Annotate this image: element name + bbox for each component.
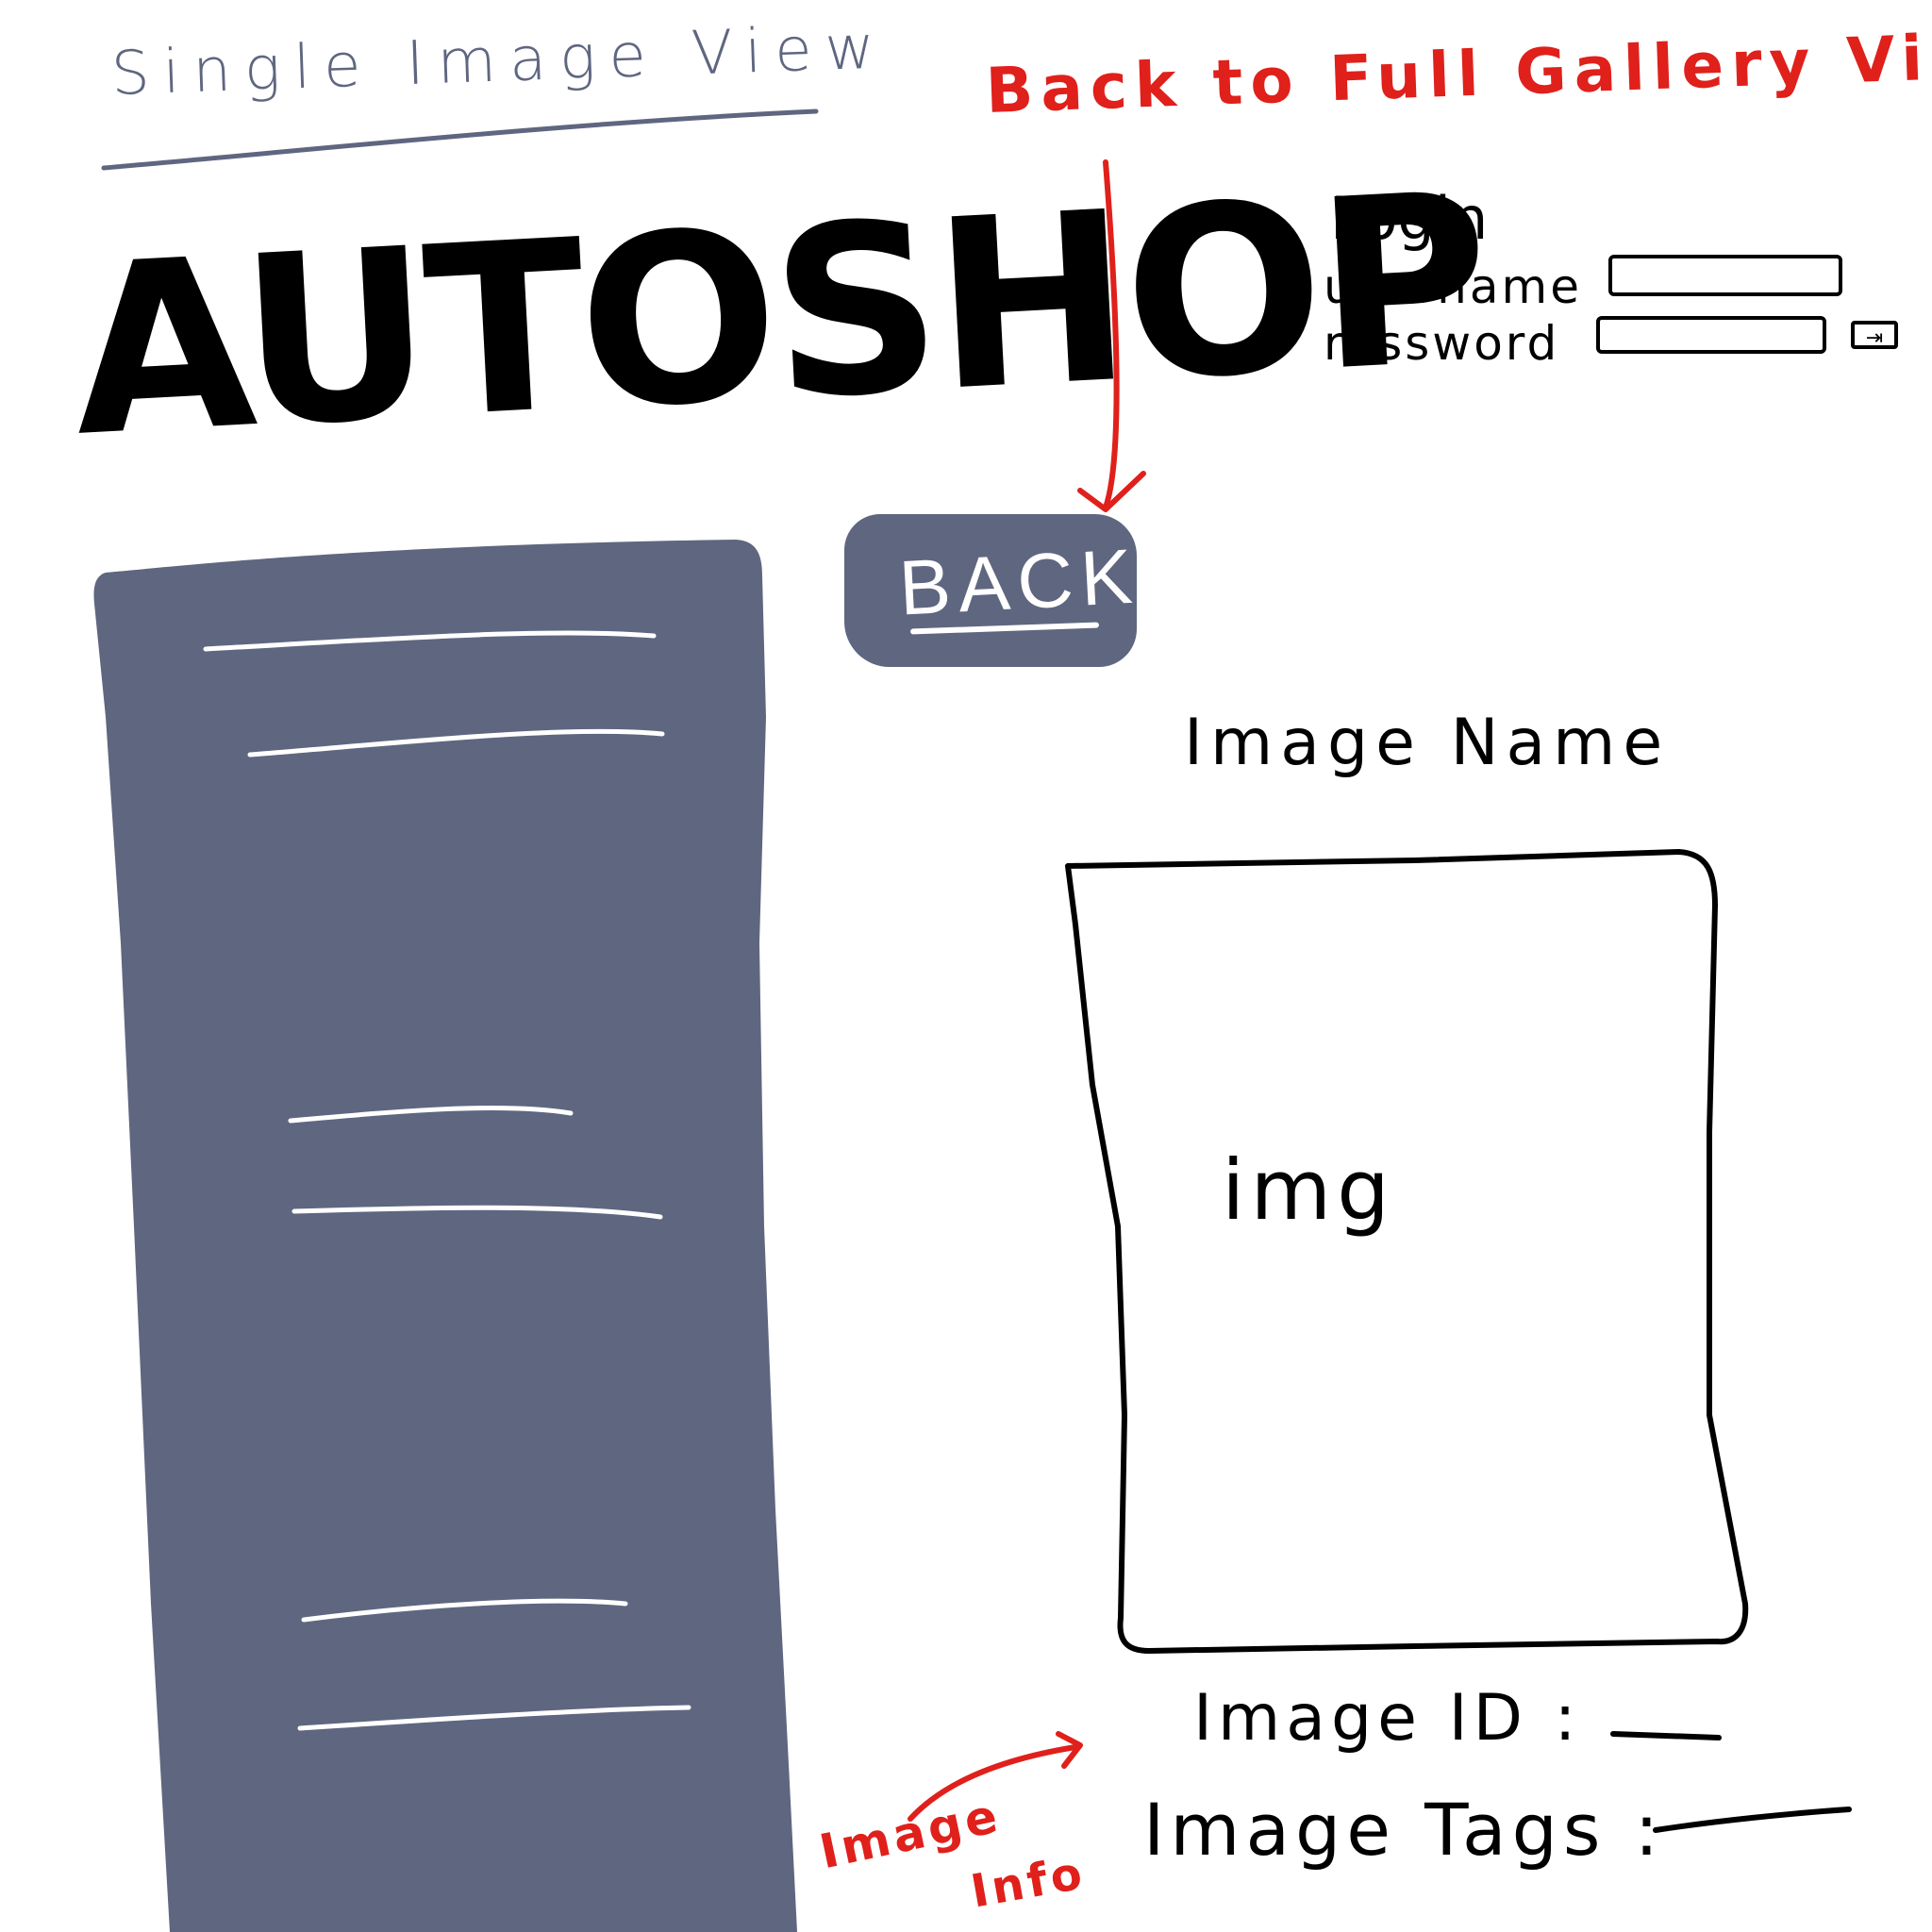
password-label: rassword (1324, 316, 1560, 371)
sidebar-panel (93, 540, 797, 1932)
image-tags-value-line (1653, 1807, 1852, 1833)
image-name: Image Name (1184, 706, 1671, 780)
username-label: username (1324, 259, 1582, 314)
login-submit-button[interactable]: ⇥ (1851, 321, 1898, 349)
image-id-label: Image ID : (1193, 1681, 1582, 1756)
image-id-value-line (1610, 1731, 1722, 1740)
autoshop-logo[interactable]: AUTOSHOP (66, 143, 1490, 489)
title-underline (101, 108, 819, 171)
image-tags-label: Image Tags : (1143, 1788, 1665, 1872)
image-frame (1065, 849, 1749, 1654)
password-input[interactable] (1596, 316, 1826, 354)
username-input[interactable] (1608, 255, 1842, 296)
back-button-label: BACK (896, 533, 1142, 632)
image-placeholder-label: img (1222, 1141, 1396, 1239)
back-button[interactable]: BACK (844, 514, 1141, 667)
login-title: Login (1330, 184, 1489, 253)
login-arrow-icon: ⇥ (1865, 325, 1884, 349)
